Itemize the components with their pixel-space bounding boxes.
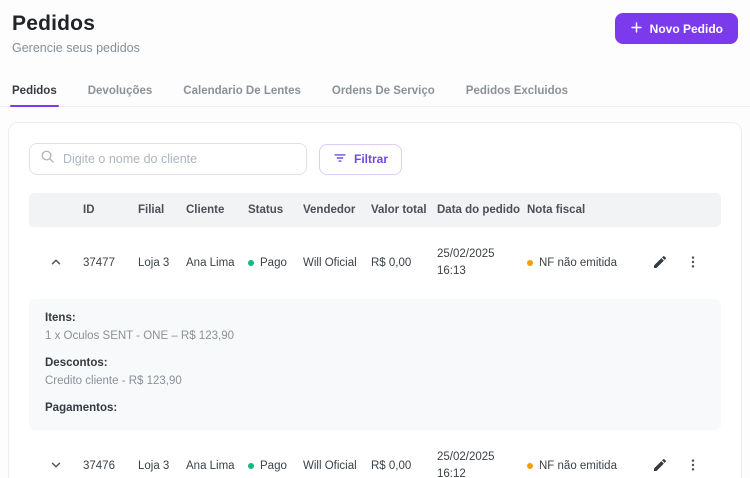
client-search-box[interactable] bbox=[29, 143, 307, 175]
descontos-label: Descontos: bbox=[45, 357, 108, 369]
order-nota-fiscal: NF não emitida bbox=[523, 257, 638, 269]
order-data-pedido: 25/02/2025 16:13 bbox=[433, 246, 523, 279]
nf-warning-dot-icon bbox=[527, 260, 533, 266]
collapse-row-button[interactable] bbox=[29, 255, 79, 272]
edit-order-button[interactable] bbox=[652, 457, 668, 476]
descontos-value: Credito cliente - R$ 123,90 bbox=[45, 375, 182, 387]
order-details-panel: Itens: 1 x Oculos SENT - ONE – R$ 123,90… bbox=[29, 299, 721, 430]
itens-value: 1 x Oculos SENT - ONE – R$ 123,90 bbox=[45, 330, 234, 342]
order-status: Pago bbox=[244, 460, 299, 472]
tab-ordens-de-servico[interactable]: Ordens De Serviço bbox=[330, 79, 437, 106]
order-valor-total: R$ 0,00 bbox=[371, 460, 412, 472]
orders-table: ID Filial Cliente Status Vendedor Valor … bbox=[29, 193, 721, 478]
order-time: 16:13 bbox=[437, 265, 466, 277]
plus-icon bbox=[630, 21, 643, 37]
filter-button-label: Filtrar bbox=[354, 152, 389, 166]
chevron-up-icon bbox=[49, 255, 63, 272]
nf-label: NF não emitida bbox=[539, 257, 617, 269]
status-paid-dot-icon bbox=[248, 463, 254, 469]
pencil-icon bbox=[652, 457, 668, 476]
expand-row-button[interactable] bbox=[29, 458, 79, 475]
status-paid-dot-icon bbox=[248, 260, 254, 266]
header-nota-fiscal: Nota fiscal bbox=[527, 204, 586, 216]
order-valor-total: R$ 0,00 bbox=[371, 257, 412, 269]
table-row-37476: 37476 Loja 3 Ana Lima Pago Will Oficial … bbox=[29, 430, 721, 478]
order-time: 16:12 bbox=[437, 468, 466, 478]
tab-calendario-de-lentes[interactable]: Calendario De Lentes bbox=[181, 79, 303, 106]
order-nota-fiscal: NF não emitida bbox=[523, 460, 638, 472]
status-label: Pago bbox=[260, 257, 287, 269]
row-actions bbox=[638, 254, 721, 273]
order-id: 37477 bbox=[83, 257, 115, 269]
header-cliente: Cliente bbox=[186, 204, 225, 216]
tab-pedidos-excluidos[interactable]: Pedidos Excluidos bbox=[464, 79, 570, 106]
tab-devolucoes[interactable]: Devoluções bbox=[86, 79, 155, 106]
pencil-icon bbox=[652, 254, 668, 273]
orders-card: Filtrar ID Filial Cliente Status Vendedo… bbox=[8, 122, 742, 478]
filter-row: Filtrar bbox=[29, 143, 721, 175]
order-cliente: Ana Lima bbox=[186, 460, 235, 472]
order-cliente: Ana Lima bbox=[186, 257, 235, 269]
order-filial: Loja 3 bbox=[138, 460, 170, 472]
order-id: 37476 bbox=[83, 460, 115, 472]
order-data-pedido: 25/02/2025 16:12 bbox=[433, 449, 523, 478]
order-filial: Loja 3 bbox=[138, 257, 170, 269]
kebab-menu-icon bbox=[686, 457, 700, 476]
order-date: 25/02/2025 bbox=[437, 248, 495, 261]
header-filial: Filial bbox=[138, 204, 165, 216]
header-data-do-pedido: Data do pedido bbox=[437, 204, 521, 216]
order-vendedor: Will Oficial bbox=[303, 257, 357, 269]
table-row-37477: 37477 Loja 3 Ana Lima Pago Will Oficial … bbox=[29, 227, 721, 299]
new-order-button-label: Novo Pedido bbox=[649, 21, 723, 36]
row-menu-button[interactable] bbox=[686, 254, 700, 273]
header-vendedor: Vendedor bbox=[303, 204, 356, 216]
header-status: Status bbox=[248, 204, 284, 216]
row-actions bbox=[638, 457, 721, 476]
header-valor-total: Valor total bbox=[371, 204, 427, 216]
itens-label: Itens: bbox=[45, 312, 76, 324]
tab-pedidos[interactable]: Pedidos bbox=[10, 79, 59, 107]
nf-label: NF não emitida bbox=[539, 460, 617, 472]
header-id: ID bbox=[83, 204, 95, 216]
status-label: Pago bbox=[260, 460, 287, 472]
client-search-input[interactable] bbox=[63, 152, 296, 166]
order-status: Pago bbox=[244, 257, 299, 269]
chevron-down-icon bbox=[49, 458, 63, 475]
filter-button[interactable]: Filtrar bbox=[319, 143, 403, 175]
page-header: Pedidos Gerencie seus pedidos Novo Pedid… bbox=[0, 0, 750, 55]
edit-order-button[interactable] bbox=[652, 254, 668, 273]
kebab-menu-icon bbox=[686, 254, 700, 273]
search-icon bbox=[40, 149, 55, 169]
nf-warning-dot-icon bbox=[527, 463, 533, 469]
new-order-button[interactable]: Novo Pedido bbox=[614, 13, 738, 44]
table-header-row: ID Filial Cliente Status Vendedor Valor … bbox=[29, 193, 721, 227]
order-vendedor: Will Oficial bbox=[303, 460, 357, 472]
row-menu-button[interactable] bbox=[686, 457, 700, 476]
order-date: 25/02/2025 bbox=[437, 451, 495, 464]
pagamentos-label: Pagamentos: bbox=[45, 402, 118, 414]
tab-bar: Pedidos Devoluções Calendario De Lentes … bbox=[0, 79, 750, 107]
filter-icon bbox=[333, 151, 347, 168]
